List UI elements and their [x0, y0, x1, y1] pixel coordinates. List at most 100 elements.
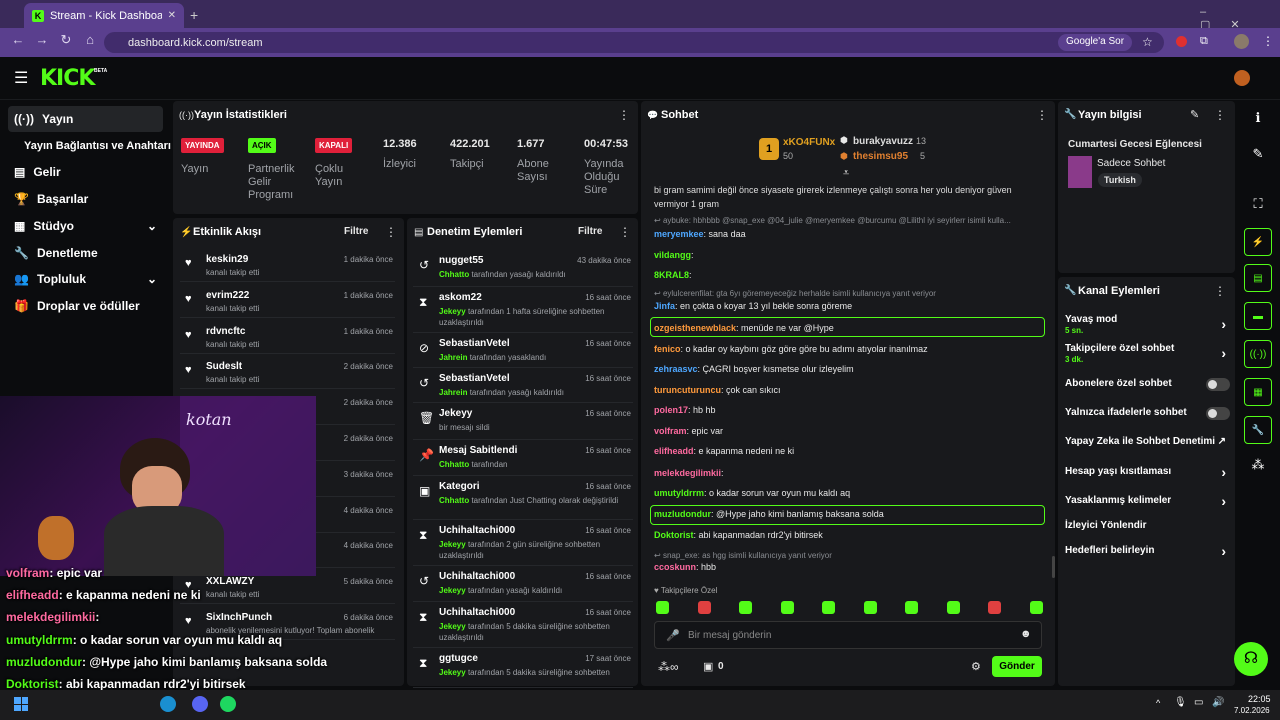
- moderator-name[interactable]: Jahrein: [439, 353, 467, 362]
- back-icon[interactable]: ←: [6, 32, 30, 48]
- moderator-name[interactable]: Jekeyy: [439, 622, 466, 631]
- channel-action-row[interactable]: Hesap yaşı kısıtlaması ›: [1065, 464, 1230, 490]
- community-icon[interactable]: ⁂: [1244, 451, 1272, 479]
- extension-icon[interactable]: [1176, 36, 1187, 47]
- lightning-icon[interactable]: ⚡: [1244, 228, 1272, 256]
- channel-action-row[interactable]: Yasaklanmış kelimeler ›: [1065, 493, 1230, 519]
- sidebar-item-denetleme[interactable]: 🔧 Denetleme: [8, 240, 163, 266]
- chat-username[interactable]: Doktorist: [654, 530, 694, 540]
- google-ask-button[interactable]: Google'a Sor: [1058, 34, 1133, 51]
- activity-user[interactable]: Sudeslt: [206, 361, 242, 372]
- mic-icon[interactable]: 🎤: [666, 629, 680, 642]
- moderator-name[interactable]: Chhatto: [439, 270, 469, 279]
- browser-tab[interactable]: K Stream - Kick Dashboard ✕: [24, 3, 184, 28]
- moderated-user[interactable]: Jekeyy: [439, 408, 472, 419]
- chat-message[interactable]: Jinfa: en çokta o koyar 13 yıl bekle son…: [654, 301, 852, 311]
- browser-menu-icon[interactable]: ⋮: [1262, 34, 1274, 48]
- wrench-icon[interactable]: 🔧: [1244, 416, 1272, 444]
- moderated-user[interactable]: Uchihaltachi000: [439, 607, 515, 618]
- moderator-name[interactable]: Chhatto: [439, 496, 469, 505]
- moderator-name[interactable]: Jekeyy: [439, 586, 466, 595]
- close-tab-icon[interactable]: ✕: [168, 10, 176, 21]
- chat-username[interactable]: vildangg: [654, 250, 691, 260]
- chat-message[interactable]: umutyldrrm: o kadar sorun var oyun mu ka…: [654, 488, 850, 498]
- emote-icon[interactable]: [656, 601, 669, 614]
- volume-icon[interactable]: 🔊: [1212, 697, 1224, 708]
- chat-message[interactable]: vildangg:: [654, 250, 694, 260]
- activity-menu-icon[interactable]: ⋮: [385, 225, 397, 239]
- moderation-row[interactable]: 📌 Mesaj Sabitlendi Chhatto tarafından 16 sa…: [413, 440, 633, 476]
- moderator-name[interactable]: Jahrein: [439, 388, 467, 397]
- moderation-row[interactable]: ⧗ Uchihaltachi000 Jekeyy tarafından 5 daki…: [413, 602, 633, 648]
- moderator-name[interactable]: Jekeyy: [439, 307, 466, 316]
- reload-icon[interactable]: ↻: [54, 32, 78, 48]
- emote-icon[interactable]: [988, 601, 1001, 614]
- hamburger-menu-icon[interactable]: ☰: [14, 68, 28, 88]
- chat-message[interactable]: turuncuturuncu: çok can sıkıcı: [654, 385, 781, 395]
- profile-avatar[interactable]: [1234, 34, 1249, 49]
- emote-icon[interactable]: [863, 601, 877, 614]
- user-avatar[interactable]: [1234, 70, 1250, 86]
- channel-actions-menu-icon[interactable]: ⋮: [1214, 284, 1226, 298]
- third-gifter-name[interactable]: thesimsu95: [853, 151, 908, 162]
- channel-action-row[interactable]: Yavaş mod 5 sn. ›: [1065, 314, 1230, 338]
- document-icon[interactable]: ▤: [1244, 264, 1272, 292]
- windows-start-icon[interactable]: [14, 697, 28, 711]
- moderation-menu-icon[interactable]: ⋮: [619, 225, 631, 239]
- sidebar-item-gelir[interactable]: ▤ Gelir: [8, 159, 163, 185]
- chat-message[interactable]: meryemkee: sana daa: [654, 229, 746, 239]
- community-goal-icon[interactable]: ⁂∞: [658, 660, 679, 674]
- stats-menu-icon[interactable]: ⋮: [618, 108, 630, 122]
- emote-icon[interactable]: [1029, 601, 1043, 614]
- toggle-switch[interactable]: [1206, 378, 1230, 391]
- moderator-name[interactable]: Chhatto: [439, 460, 469, 469]
- fullscreen-icon[interactable]: ⛶: [1244, 190, 1272, 218]
- extensions-icon[interactable]: ⧉: [1200, 35, 1208, 48]
- sidebar-item-basarilar[interactable]: 🏆 Başarılar: [8, 186, 163, 212]
- activity-user[interactable]: XXLAWZY: [206, 576, 254, 587]
- activity-row[interactable]: ♥ keskin29 kanalı takip etti 1 dakika önce: [180, 247, 395, 282]
- moderation-row[interactable]: ↺ nugget55 Chhatto tarafından yasağı kaldı…: [413, 250, 633, 287]
- chat-username[interactable]: 8KRAL8: [654, 270, 689, 280]
- moderated-user[interactable]: Uchihaltachi000: [439, 571, 515, 582]
- reply-context[interactable]: ↩ eylulcerenfilat: gta 6yı göremeyeceğiz…: [654, 289, 936, 298]
- chat-bubble-icon[interactable]: ▬: [1244, 302, 1272, 330]
- chat-username[interactable]: fenico: [654, 344, 681, 354]
- channel-action-row[interactable]: Hedefleri belirleyin ›: [1065, 543, 1230, 569]
- activity-row[interactable]: ♥ rdvncftc kanalı takip etti 1 dakika önce: [180, 319, 395, 354]
- activity-user[interactable]: SixInchPunch: [206, 612, 272, 623]
- chat-username[interactable]: meryemkee: [654, 229, 704, 239]
- moderation-row[interactable]: 🗑 Jekeyy bir mesajı sildi 16 saat önce: [413, 403, 633, 440]
- home-icon[interactable]: ⌂: [78, 32, 102, 48]
- activity-row[interactable]: ♥ Sudeslt kanalı takip etti 2 dakika önce: [180, 354, 395, 390]
- chat-menu-icon[interactable]: ⋮: [1036, 108, 1048, 122]
- chat-message[interactable]: ccoskunn: hbb: [654, 562, 716, 572]
- emote-icon[interactable]: [739, 601, 752, 614]
- pin-collapse-icon[interactable]: ⩡: [843, 167, 849, 180]
- moderated-user[interactable]: SebastianVetel: [439, 338, 510, 349]
- bookmark-star-icon[interactable]: ☆: [1142, 35, 1153, 49]
- chat-message[interactable]: melekdegilimkii:: [654, 468, 724, 478]
- moderation-row[interactable]: ⧗ ggtugce Jekeyy tarafından 5 dakika sürel…: [413, 648, 633, 688]
- emoji-icon[interactable]: ☻: [1020, 628, 1032, 640]
- chat-message[interactable]: Doktorist: abi kapanmadan rdr2'yi bitirs…: [654, 530, 823, 540]
- edit-icon[interactable]: ✎: [1190, 108, 1199, 121]
- emote-icon[interactable]: [822, 601, 835, 614]
- activity-user[interactable]: evrim222: [206, 290, 249, 301]
- address-bar[interactable]: [104, 32, 1164, 53]
- chat-username[interactable]: Jinfa: [654, 301, 675, 311]
- channel-action-row[interactable]: İzleyici Yönlendir: [1065, 520, 1230, 544]
- moderation-row[interactable]: ↺ Uchihaltachi000 Jekeyy tarafından yasağı…: [413, 566, 633, 602]
- moderated-user[interactable]: SebastianVetel: [439, 373, 510, 384]
- emote-icon[interactable]: [780, 601, 794, 614]
- moderation-filter-button[interactable]: Filtre: [578, 226, 602, 237]
- chat-message[interactable]: polen17: hb hb: [654, 405, 716, 415]
- emote-icon[interactable]: [697, 601, 711, 614]
- chat-message[interactable]: elifheadd: e kapanma nedeni ne ki: [654, 446, 794, 456]
- top-gifter-name[interactable]: xKO4FUNx: [783, 137, 835, 148]
- emote-icon[interactable]: [946, 601, 960, 614]
- moderation-row[interactable]: ⧗ askom22 Jekeyy tarafından 1 hafta süreli…: [413, 287, 633, 333]
- activity-row[interactable]: ♥ evrim222 kanalı takip etti 1 dakika önce: [180, 283, 395, 318]
- spotify-icon[interactable]: [220, 696, 236, 712]
- channel-action-row[interactable]: Yapay Zeka ile Sohbet Denetimi ↗: [1065, 436, 1230, 460]
